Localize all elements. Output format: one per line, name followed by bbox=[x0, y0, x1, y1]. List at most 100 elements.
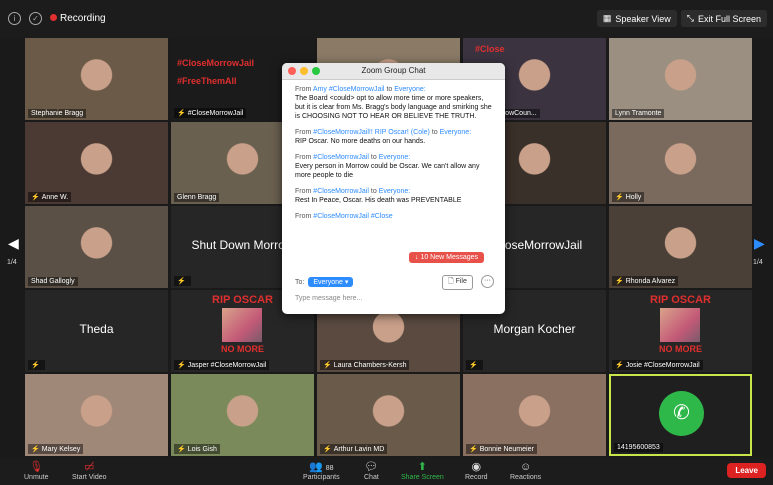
message-recipient: Everyone: bbox=[394, 86, 426, 93]
chat-title: Zoom Group Chat bbox=[361, 66, 426, 75]
chat-button[interactable]: 💬︎ Chat bbox=[364, 460, 379, 481]
leave-button[interactable]: Leave bbox=[727, 463, 766, 478]
new-messages-button[interactable]: ↓ 10 New Messages bbox=[409, 252, 485, 263]
chat-message: From Amy #CloseMorrowJail to Everyone: Th… bbox=[295, 85, 492, 121]
participant-tile[interactable]: ⚡ Bonnie Neumeier bbox=[463, 374, 606, 456]
message-input[interactable]: Type message here... bbox=[295, 295, 362, 302]
shield-icon[interactable]: ✓ bbox=[29, 12, 42, 25]
participant-tile[interactable]: ⚡ Rhonda Alvarez bbox=[609, 206, 752, 288]
message-sender[interactable]: #CloseMorrowJail!! RIP Oscar! (Cole) bbox=[313, 129, 430, 136]
message-sender[interactable]: #CloseMorrowJail #Close bbox=[313, 213, 392, 220]
mic-muted-icon: ⚡ bbox=[31, 194, 40, 201]
message-header: From #CloseMorrowJail to Everyone: bbox=[295, 187, 492, 196]
participants-icon: 👥 88 bbox=[309, 461, 334, 473]
mic-muted-icon: ⚡ bbox=[323, 446, 332, 453]
file-icon: 🗋 bbox=[448, 278, 454, 285]
previous-page-arrow-icon[interactable]: ◀ bbox=[8, 235, 22, 255]
reactions-button[interactable]: ☺ Reactions bbox=[510, 460, 541, 481]
mic-muted-icon: ⚡ bbox=[469, 446, 478, 453]
participant-name: Glenn Bragg bbox=[177, 194, 217, 201]
memorial-photo bbox=[222, 308, 262, 342]
participant-display-name: Theda bbox=[79, 322, 114, 336]
participant-tile[interactable]: Shad Gallogly bbox=[25, 206, 168, 288]
participant-tile[interactable]: ⚡ Anne W. bbox=[25, 122, 168, 204]
share-screen-label: Share Screen bbox=[401, 474, 444, 481]
participant-tile[interactable]: RIP OSCAR NO MORE ⚡ Josie #CloseMorrowJail bbox=[609, 290, 752, 372]
participant-name-label: ⚡ Lois Gish bbox=[174, 444, 220, 454]
participant-name: Anne W. bbox=[41, 193, 69, 201]
participant-tile[interactable]: ⚡ Mary Kelsey bbox=[25, 374, 168, 456]
participant-name-label: 14195600853 bbox=[614, 443, 663, 452]
mic-muted-icon: ⚡ bbox=[177, 362, 186, 369]
to-word: to bbox=[370, 188, 377, 195]
info-icon[interactable]: i bbox=[8, 12, 21, 25]
hashtag-line: #CloseMorrowJail bbox=[177, 58, 255, 68]
participant-name-label: ⚡ bbox=[174, 276, 191, 286]
mic-muted-icon: ⚡ bbox=[177, 278, 186, 285]
participant-name: Mary Kelsey bbox=[41, 445, 81, 453]
participant-tile[interactable]: ⚡ Arthur Lavin MD bbox=[317, 374, 460, 456]
exit-full-screen-label: Exit Full Screen bbox=[697, 13, 761, 24]
share-screen-button[interactable]: ⬆ Share Screen bbox=[401, 460, 444, 481]
recipient-dropdown[interactable]: Everyone ▾ bbox=[308, 277, 354, 287]
participant-name-label: ⚡ Jasper #CloseMorrowJail bbox=[174, 360, 270, 370]
participant-tile[interactable]: ⚡ Lois Gish bbox=[171, 374, 314, 456]
meeting-status: i ✓ Recording bbox=[8, 12, 106, 25]
participant-name-label: ⚡ #CloseMorrowJail bbox=[174, 108, 247, 118]
from-label: From bbox=[295, 86, 312, 93]
hashtag-banner: #CloseMorrowJail #FreeThemAll bbox=[177, 54, 254, 90]
hashtag-overlay: #Close bbox=[475, 44, 505, 54]
mic-muted-icon: ⚡ bbox=[615, 362, 624, 369]
record-icon: ◉ bbox=[471, 461, 482, 473]
message-sender[interactable]: #CloseMorrowJail bbox=[313, 188, 369, 195]
participant-name: Josie #CloseMorrowJail bbox=[625, 361, 700, 369]
participant-name: 14195600853 bbox=[617, 444, 660, 451]
message-text: Rest In Peace, Oscar. His death was PREV… bbox=[295, 197, 462, 204]
participant-tile[interactable]: Stephanie Bragg bbox=[25, 38, 168, 120]
participant-name-label: ⚡ Anne W. bbox=[28, 192, 72, 202]
participant-name-label: ⚡ Bonnie Neumeier bbox=[466, 444, 537, 454]
more-options-button[interactable]: ··· bbox=[481, 275, 494, 288]
participant-name: Shad Gallogly bbox=[31, 278, 75, 285]
participant-name: Laura Chambers-Kersh bbox=[333, 361, 407, 369]
participant-name-label: ⚡ bbox=[466, 360, 483, 370]
to-word: to bbox=[431, 129, 438, 136]
video-off-icon: ▭̸ bbox=[84, 461, 95, 473]
participant-name-label: ⚡ bbox=[28, 360, 45, 370]
from-label: From bbox=[295, 213, 312, 220]
page-indicator-right: 1/4 bbox=[753, 259, 763, 266]
collapse-icon: ⤡ bbox=[686, 13, 694, 23]
message-recipient: Everyone: bbox=[378, 154, 411, 161]
message-sender[interactable]: Amy #CloseMorrowJail bbox=[313, 86, 385, 93]
participant-tile[interactable]: ⚡ Holly bbox=[609, 122, 752, 204]
chat-message: From #CloseMorrowJail #Close bbox=[295, 212, 492, 221]
participants-count: 88 bbox=[325, 465, 334, 472]
mic-muted-icon: ⚡ bbox=[177, 110, 186, 117]
maximize-window-icon[interactable] bbox=[312, 67, 320, 75]
top-bar: i ✓ Recording ▦ Speaker View ⤡ Exit Full S… bbox=[0, 0, 773, 38]
file-button[interactable]: 🗋 File bbox=[442, 275, 473, 290]
next-page-arrow-icon[interactable]: ▶ bbox=[754, 235, 768, 255]
speaker-view-label: Speaker View bbox=[615, 13, 671, 24]
participant-tile[interactable]: Theda ⚡ bbox=[25, 290, 168, 372]
chat-label: Chat bbox=[364, 474, 379, 481]
minimize-window-icon[interactable] bbox=[300, 67, 308, 75]
reactions-icon: ☺ bbox=[519, 461, 532, 473]
record-label: Record bbox=[465, 474, 488, 481]
speaker-view-button[interactable]: ▦ Speaker View bbox=[596, 10, 677, 27]
participant-name-label: ⚡ Rhonda Alvarez bbox=[612, 276, 679, 286]
participant-tile[interactable]: ✆ 14195600853 bbox=[609, 374, 752, 456]
message-header: From #CloseMorrowJail #Close bbox=[295, 212, 492, 221]
start-video-button[interactable]: ▭̸ Start Video bbox=[72, 460, 107, 481]
zoom-group-chat-window[interactable]: Zoom Group Chat From Amy #CloseMorrowJai… bbox=[282, 63, 505, 314]
participant-tile[interactable]: Lynn Tramonte bbox=[609, 38, 752, 120]
message-sender[interactable]: #CloseMorrowJail bbox=[313, 154, 369, 161]
message-header: From #CloseMorrowJail to Everyone: bbox=[295, 153, 492, 162]
participants-button[interactable]: 👥 88 Participants bbox=[303, 460, 340, 481]
record-button[interactable]: ◉ Record bbox=[465, 460, 488, 481]
participant-name-label: Glenn Bragg bbox=[174, 193, 220, 202]
participant-name-label: ⚡ Laura Chambers-Kersh bbox=[320, 360, 410, 370]
close-window-icon[interactable] bbox=[288, 67, 296, 75]
unmute-button[interactable]: 🎙︎ Unmute bbox=[24, 460, 49, 481]
exit-full-screen-button[interactable]: ⤡ Exit Full Screen bbox=[680, 10, 767, 27]
